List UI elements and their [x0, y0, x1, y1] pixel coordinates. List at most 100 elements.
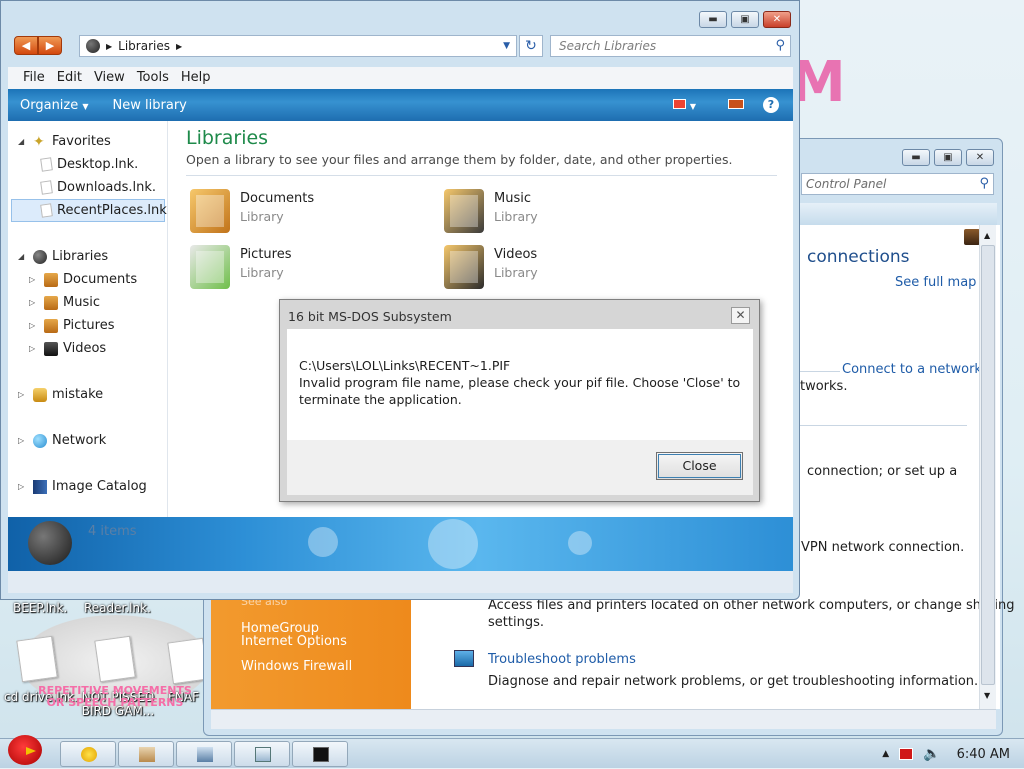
desktop-icon-cd-drive[interactable]: [16, 635, 58, 683]
nav-favorite-desktop[interactable]: Desktop.lnk.: [40, 157, 138, 172]
volume-icon[interactable]: 🔈: [923, 746, 940, 762]
change-view-icon[interactable]: ▼: [673, 98, 696, 112]
nav-libraries[interactable]: ◢ Libraries: [18, 249, 108, 264]
explorer-icon: [197, 747, 213, 762]
nav-network[interactable]: ▷ Network: [18, 433, 106, 448]
nav-library-videos[interactable]: ▷ Videos: [29, 341, 106, 356]
taskbar-button-control-panel[interactable]: [234, 741, 290, 767]
nav-mistake[interactable]: ▷ mistake: [18, 387, 103, 402]
organize-button[interactable]: Organize ▼: [8, 98, 101, 113]
system-tray: ▲ 🔈 6:40 AM: [882, 739, 1024, 769]
forward-button[interactable]: ▶: [38, 36, 62, 55]
see-full-map-link[interactable]: See full map: [895, 275, 976, 290]
maximize-button[interactable]: ▣: [934, 149, 962, 166]
minimize-button[interactable]: ▬: [902, 149, 930, 166]
control-panel-scrollbar[interactable]: ▲ ▼: [979, 225, 996, 709]
show-hidden-icons-icon[interactable]: ▲: [882, 749, 889, 759]
library-documents-type: Library: [240, 209, 284, 224]
nav-mistake-label: mistake: [52, 387, 104, 402]
menu-view[interactable]: View: [89, 67, 130, 89]
search-icon[interactable]: ⚲: [979, 176, 989, 191]
desktop-icon-beep-label[interactable]: BEEP.lnk.: [13, 601, 67, 615]
see-also-internet-options[interactable]: Internet Options: [211, 634, 411, 659]
address-history-dropdown-icon[interactable]: ▼: [503, 41, 510, 51]
expand-triangle-icon[interactable]: ◢: [18, 252, 28, 261]
menu-help[interactable]: Help: [176, 67, 216, 89]
item-count: 4 items: [88, 524, 137, 539]
search-input[interactable]: Search Libraries ⚲: [550, 35, 791, 57]
nav-library-videos-label: Videos: [63, 341, 107, 356]
address-bar[interactable]: ▶ Libraries ▶ ▼: [79, 35, 517, 57]
expand-arrow-icon[interactable]: ▷: [29, 344, 39, 353]
nav-library-documents[interactable]: ▷ Documents: [29, 272, 137, 287]
taskbar-button-paint[interactable]: [60, 741, 116, 767]
refresh-button[interactable]: ↻: [519, 35, 543, 57]
nav-favorite-recentplaces[interactable]: RecentPlaces.lnk.: [40, 203, 171, 218]
close-button[interactable]: Close: [656, 452, 743, 480]
nav-library-music[interactable]: ▷ Music: [29, 295, 100, 310]
control-panel-search-input[interactable]: Control Panel ⚲: [801, 173, 994, 195]
ms-dos-error-dialog[interactable]: 16 bit MS-DOS Subsystem ✕ C:\Users\LOL\L…: [279, 299, 760, 502]
videos-library-icon: [444, 245, 484, 289]
breadcrumb-arrow-icon[interactable]: ▶: [176, 42, 182, 51]
new-library-button[interactable]: New library: [101, 98, 199, 113]
dialog-body: C:\Users\LOL\Links\RECENT~1.PIF Invalid …: [287, 329, 753, 440]
expand-arrow-icon[interactable]: ▷: [29, 298, 39, 307]
minimize-button[interactable]: ▬: [699, 11, 727, 28]
scroll-up-icon[interactable]: ▲: [984, 231, 990, 240]
expand-arrow-icon[interactable]: ▷: [29, 321, 39, 330]
taskbar-button-tools[interactable]: [118, 741, 174, 767]
library-music[interactable]: Music Library: [444, 187, 674, 233]
maximize-button[interactable]: ▣: [731, 11, 759, 28]
expand-arrow-icon[interactable]: ▷: [18, 436, 28, 445]
menu-file[interactable]: File: [18, 67, 50, 89]
help-button[interactable]: ?: [763, 97, 779, 113]
scroll-down-icon[interactable]: ▼: [984, 691, 990, 700]
expand-arrow-icon[interactable]: ▷: [18, 482, 28, 491]
library-videos-name: Videos: [494, 247, 538, 262]
breadcrumb-libraries[interactable]: Libraries: [118, 39, 170, 53]
network-map-icon: [964, 229, 980, 245]
taskbar-button-explorer[interactable]: [176, 741, 232, 767]
dialog-close-icon[interactable]: ✕: [731, 307, 750, 324]
control-panel-icon: [255, 747, 271, 762]
menu-tools[interactable]: Tools: [132, 67, 174, 89]
control-panel-window-controls: ▬ ▣ ✕: [902, 149, 994, 166]
scrollbar-thumb[interactable]: [981, 245, 995, 685]
close-button[interactable]: ✕: [763, 11, 791, 28]
nav-favorite-downloads[interactable]: Downloads.lnk.: [40, 180, 156, 195]
see-also-homegroup[interactable]: HomeGroup: [211, 609, 411, 636]
desktop-icon-reader-label[interactable]: Reader.lnk.: [84, 601, 151, 615]
desktop-wallpaper-caption: REPETITIVE MOVEMENTS OR SPEECH PATTERNS: [38, 684, 192, 709]
organize-label: Organize: [20, 97, 79, 113]
nav-favorites[interactable]: ◢ ✦ Favorites: [18, 134, 111, 149]
dialog-message: Invalid program file name, please check …: [299, 375, 741, 407]
nav-library-pictures[interactable]: ▷ Pictures: [29, 318, 114, 333]
action-center-icon[interactable]: [899, 748, 914, 760]
nav-library-pictures-label: Pictures: [63, 318, 115, 333]
library-pictures[interactable]: Pictures Library: [190, 243, 420, 289]
nav-image-catalog[interactable]: ▷ Image Catalog: [18, 479, 147, 494]
library-videos[interactable]: Videos Library: [444, 243, 674, 289]
close-button[interactable]: ✕: [966, 149, 994, 166]
expand-arrow-icon[interactable]: ▷: [18, 390, 28, 399]
library-documents[interactable]: Documents Library: [190, 187, 420, 233]
back-button[interactable]: ◀: [14, 36, 38, 55]
troubleshoot-problems-link[interactable]: Troubleshoot problems: [488, 652, 636, 667]
shortcut-file-icon: [40, 157, 53, 172]
desktop-icon-not-pissed-bird[interactable]: [94, 635, 136, 683]
taskbar-button-command-prompt[interactable]: [292, 741, 348, 767]
search-icon[interactable]: ⚲: [775, 38, 785, 53]
command-prompt-icon: [313, 747, 329, 762]
preview-pane-icon[interactable]: [728, 98, 744, 112]
connect-to-network-link[interactable]: Connect to a network: [842, 362, 982, 377]
start-button[interactable]: [4, 729, 48, 769]
expand-arrow-icon[interactable]: ▷: [29, 275, 39, 284]
expand-triangle-icon[interactable]: ◢: [18, 137, 28, 146]
see-also-windows-firewall[interactable]: Windows Firewall: [211, 659, 411, 684]
libraries-globe-icon: [28, 521, 72, 565]
breadcrumb-arrow-icon[interactable]: ▶: [106, 42, 112, 51]
decoration: [308, 527, 338, 557]
menu-edit[interactable]: Edit: [52, 67, 87, 89]
clock[interactable]: 6:40 AM: [957, 747, 1010, 762]
